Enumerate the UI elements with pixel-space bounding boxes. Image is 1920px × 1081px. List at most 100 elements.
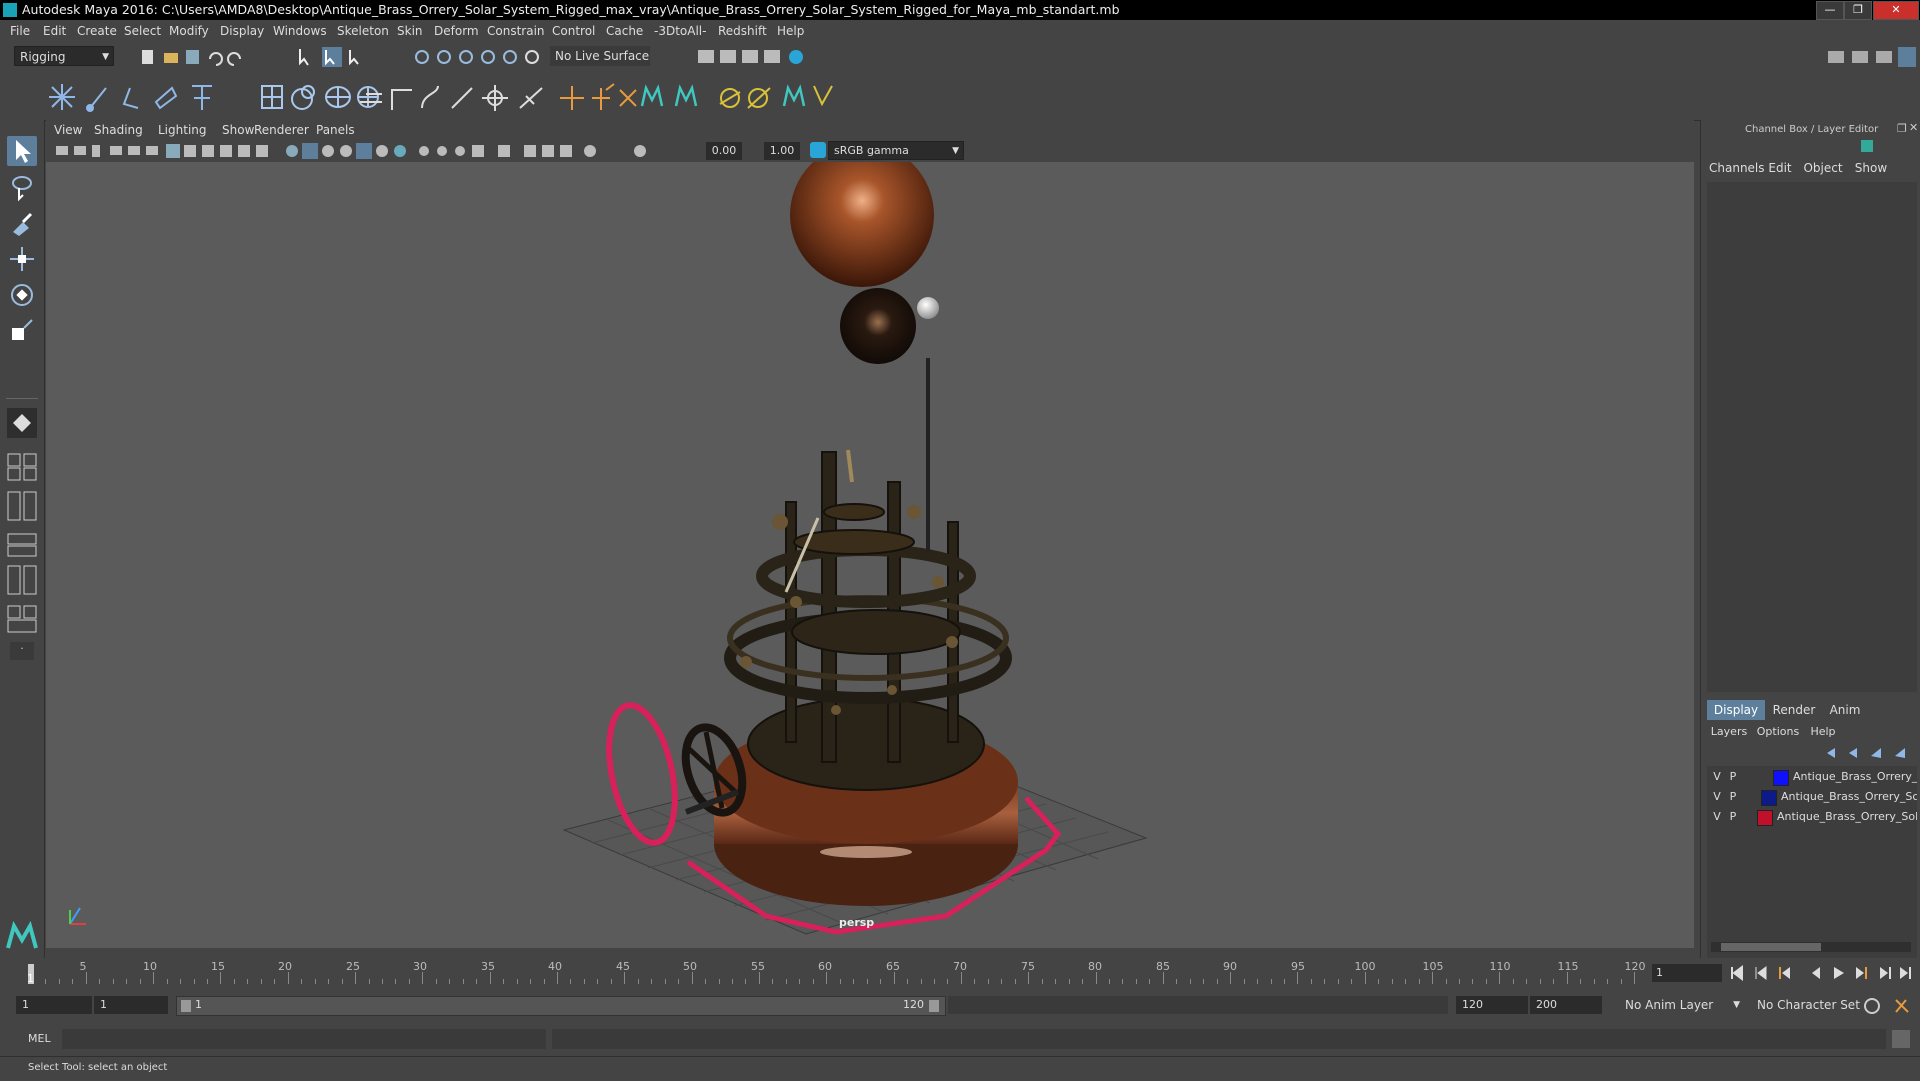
frame-tick bbox=[1203, 979, 1205, 984]
minimize-icon[interactable]: — bbox=[1816, 1, 1844, 20]
layer-menu-layers[interactable]: Layers bbox=[1709, 722, 1749, 742]
range-slider-track[interactable] bbox=[948, 996, 1448, 1014]
panel-toolbar-icons[interactable] bbox=[54, 142, 714, 160]
layer-name[interactable]: Antique_Brass_Orrery_Sc bbox=[1781, 790, 1917, 803]
layer-color-swatch[interactable] bbox=[1761, 790, 1777, 806]
script-editor-icon[interactable] bbox=[1892, 1030, 1910, 1048]
layer-row[interactable]: V P Antique_Brass_Orrery_Sc bbox=[1707, 788, 1917, 807]
menu-redshift[interactable]: Redshift bbox=[718, 24, 767, 38]
rigging-shelf-icons[interactable] bbox=[40, 80, 1020, 114]
playback-controls[interactable] bbox=[1728, 964, 1916, 982]
frame-tick bbox=[220, 972, 222, 984]
layer-name[interactable]: Antique_Brass_Orrery_ bbox=[1793, 770, 1917, 783]
current-frame-field[interactable]: 1 bbox=[1652, 964, 1722, 982]
auto-key-icons[interactable] bbox=[1862, 996, 1916, 1016]
channel-menu-show[interactable]: Show bbox=[1851, 158, 1891, 178]
layout-presets-icons[interactable] bbox=[6, 450, 38, 640]
menu-constrain[interactable]: Constrain bbox=[487, 24, 545, 38]
menu-help[interactable]: Help bbox=[777, 24, 804, 38]
gamma-field[interactable]: 1.00 bbox=[764, 142, 800, 160]
close-icon[interactable]: ✕ bbox=[1873, 1, 1919, 20]
menu-cache[interactable]: Cache bbox=[606, 24, 643, 38]
lasso-tool-button[interactable] bbox=[7, 172, 37, 202]
panel-menu-renderer[interactable]: Renderer bbox=[254, 123, 309, 137]
layer-playback-toggle[interactable]: P bbox=[1727, 770, 1739, 783]
anim-layer-dropdown[interactable]: No Anim Layer ▼ bbox=[1620, 995, 1744, 1015]
layer-playback-toggle[interactable]: P bbox=[1727, 810, 1739, 823]
layer-action-icons[interactable] bbox=[1821, 744, 1917, 762]
layer-menu-help[interactable]: Help bbox=[1805, 722, 1841, 742]
maximize-icon[interactable]: ❐ bbox=[1844, 1, 1872, 20]
layer-playback-toggle[interactable]: P bbox=[1727, 790, 1739, 803]
layer-color-swatch[interactable] bbox=[1773, 770, 1789, 786]
scale-tool-button[interactable] bbox=[7, 316, 37, 346]
layer-row[interactable]: V P Antique_Brass_Orrery_Sol bbox=[1707, 808, 1917, 827]
range-slider[interactable]: 1 120 bbox=[176, 996, 946, 1016]
animation-start-field[interactable]: 1 bbox=[16, 996, 92, 1014]
float-panel-icon[interactable]: ❐ bbox=[1897, 122, 1907, 135]
panel-menu-show[interactable]: Show bbox=[222, 123, 254, 137]
playback-start-field[interactable]: 1 bbox=[94, 996, 168, 1014]
render-icons[interactable] bbox=[694, 47, 814, 67]
range-end-handle[interactable] bbox=[929, 1000, 939, 1012]
playback-end-field[interactable]: 120 bbox=[1456, 996, 1528, 1014]
menu-3dtoall[interactable]: -3DtoAll- bbox=[654, 24, 706, 38]
tick-label: 120 bbox=[1624, 960, 1646, 973]
colorspace-dropdown[interactable]: sRGB gamma ▼ bbox=[828, 141, 964, 160]
panel-menu-view[interactable]: View bbox=[54, 123, 82, 137]
layer-visibility-toggle[interactable]: V bbox=[1711, 770, 1723, 783]
channel-menu-channels[interactable]: Channels bbox=[1709, 158, 1765, 178]
viewport-persp[interactable]: persp bbox=[46, 162, 1694, 948]
character-set-dropdown[interactable]: No Character Set bbox=[1752, 995, 1862, 1015]
command-input[interactable] bbox=[62, 1029, 546, 1049]
single-perspective-layout-button[interactable] bbox=[7, 408, 37, 438]
menu-windows[interactable]: Windows bbox=[273, 24, 327, 38]
layer-tab-display[interactable]: Display bbox=[1707, 700, 1765, 720]
layer-menu-options[interactable]: Options bbox=[1755, 722, 1801, 742]
channel-menu-edit[interactable]: Edit bbox=[1763, 158, 1797, 178]
layer-tab-render[interactable]: Render bbox=[1769, 700, 1819, 720]
range-start-handle[interactable] bbox=[181, 1000, 191, 1012]
selection-mode-icons[interactable] bbox=[296, 47, 376, 67]
layer-name[interactable]: Antique_Brass_Orrery_Sol bbox=[1777, 810, 1917, 823]
time-ruler[interactable]: 5 10 15 20 25 30 35 40 45 50 55 60 65 70… bbox=[27, 958, 1646, 986]
channel-box-area[interactable] bbox=[1707, 182, 1917, 692]
menu-create[interactable]: Create bbox=[77, 24, 117, 38]
paint-select-tool-button[interactable] bbox=[7, 208, 37, 238]
panel-menu-lighting[interactable]: Lighting bbox=[158, 123, 207, 137]
menu-skeleton[interactable]: Skeleton bbox=[337, 24, 389, 38]
menu-skin[interactable]: Skin bbox=[397, 24, 423, 38]
layer-color-swatch[interactable] bbox=[1757, 810, 1773, 826]
move-tool-button[interactable] bbox=[7, 244, 37, 274]
layer-horizontal-scrollbar[interactable] bbox=[1711, 942, 1911, 952]
color-management-icon[interactable] bbox=[810, 142, 826, 158]
menu-select[interactable]: Select bbox=[124, 24, 161, 38]
panel-menu-panels[interactable]: Panels bbox=[316, 123, 355, 137]
layer-visibility-toggle[interactable]: V bbox=[1711, 790, 1723, 803]
menu-control[interactable]: Control bbox=[552, 24, 595, 38]
menu-set-dropdown[interactable]: Rigging ▼ bbox=[14, 46, 114, 66]
menu-file[interactable]: File bbox=[10, 24, 30, 38]
snap-icons[interactable] bbox=[412, 47, 542, 67]
file-tools-icons[interactable] bbox=[140, 47, 260, 67]
layer-tab-anim[interactable]: Anim bbox=[1823, 700, 1867, 720]
animation-end-field[interactable]: 200 bbox=[1530, 996, 1602, 1014]
live-surface-field[interactable]: No Live Surface bbox=[550, 46, 650, 66]
script-language-label[interactable]: MEL bbox=[28, 1032, 51, 1045]
menu-modify[interactable]: Modify bbox=[169, 24, 209, 38]
time-slider[interactable]: 5 10 15 20 25 30 35 40 45 50 55 60 65 70… bbox=[0, 958, 1920, 988]
menu-deform[interactable]: Deform bbox=[434, 24, 479, 38]
layer-visibility-toggle[interactable]: V bbox=[1711, 810, 1723, 823]
menu-edit[interactable]: Edit bbox=[43, 24, 66, 38]
workspace-toggle-icons[interactable] bbox=[1826, 47, 1916, 69]
layer-row[interactable]: V P Antique_Brass_Orrery_ bbox=[1707, 768, 1917, 787]
more-layouts-button[interactable]: · bbox=[10, 642, 34, 660]
panel-menu-shading[interactable]: Shading bbox=[94, 123, 143, 137]
select-tool-button[interactable] bbox=[7, 136, 37, 166]
close-panel-icon[interactable]: ✕ bbox=[1909, 121, 1918, 134]
rotate-tool-button[interactable] bbox=[7, 280, 37, 310]
attribute-editor-icon[interactable] bbox=[1861, 140, 1873, 152]
channel-menu-object[interactable]: Object bbox=[1801, 158, 1845, 178]
menu-display[interactable]: Display bbox=[220, 24, 264, 38]
exposure-field[interactable]: 0.00 bbox=[706, 142, 742, 160]
